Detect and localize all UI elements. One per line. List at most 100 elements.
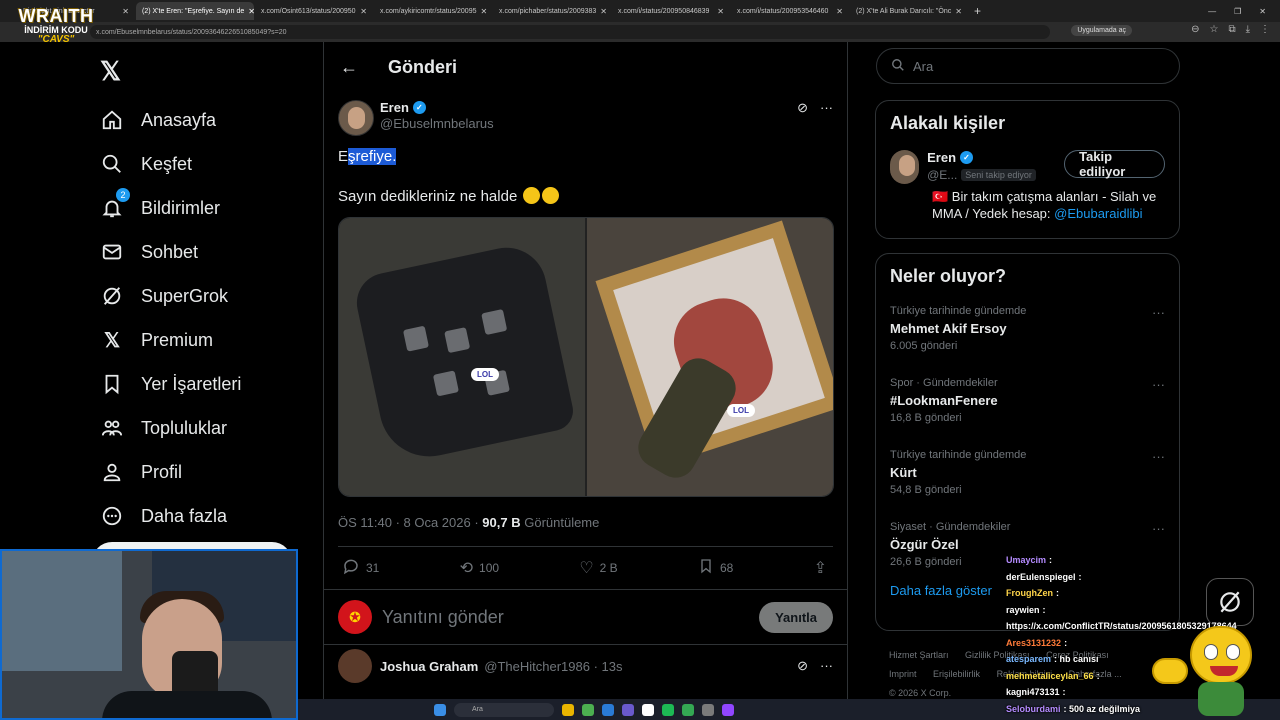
post-view-count: 90,7 B	[482, 515, 521, 530]
close-window-icon[interactable]: ✕	[1259, 7, 1266, 16]
taskbar-search[interactable]: Ara	[454, 702, 554, 717]
reply-button[interactable]: Yanıtla	[759, 601, 833, 633]
share-icon: ⇪	[813, 560, 827, 577]
author-avatar[interactable]	[338, 100, 374, 136]
more-options-icon[interactable]: ···	[1152, 521, 1165, 536]
zoom-icon[interactable]: ⊖	[1191, 24, 1199, 35]
more-options-icon[interactable]: ···	[1152, 449, 1165, 464]
close-tab-icon[interactable]: ✕	[832, 7, 843, 16]
close-tab-icon[interactable]: ✕	[118, 7, 129, 16]
browser-tab[interactable]: x.com/i/status/200950846839 ✕	[612, 2, 730, 20]
spotify-icon[interactable]	[662, 703, 674, 716]
minimize-icon[interactable]: —	[1208, 7, 1216, 16]
related-person-handle-text[interactable]: @E...	[927, 168, 957, 182]
reply-stat[interactable]: 31	[342, 557, 379, 580]
download-icon[interactable]: ⤓	[1246, 24, 1250, 35]
reply-count: 31	[366, 561, 380, 575]
footer-link[interactable]: Hizmet Şartları	[889, 650, 949, 660]
nav-item-more[interactable]: Daha fazla	[100, 494, 241, 538]
browser-tab-title: x.com/Osint613/status/200950	[261, 7, 356, 15]
nav-item-supergrok[interactable]: SuperGrok	[100, 274, 241, 318]
browser-tab-title: x.com/pichaber/status/2009383	[499, 7, 597, 15]
x-logo-icon[interactable]: 𝕏	[100, 56, 121, 87]
more-options-icon[interactable]: ···	[1152, 305, 1165, 320]
post-image-vest[interactable]: LOL	[339, 218, 585, 496]
browser-tab[interactable]: x.com/Osint613/status/200950 ✕	[255, 2, 373, 20]
reply-avatar[interactable]	[338, 649, 372, 683]
nav-item-home[interactable]: Anasayfa	[100, 98, 241, 142]
footer-link[interactable]: Imprint	[889, 669, 917, 679]
close-tab-icon[interactable]: ✕	[476, 7, 487, 16]
communities-icon	[100, 416, 124, 440]
nav-label: Keşfet	[141, 153, 193, 174]
extensions-icon[interactable]: ⧉	[1228, 24, 1235, 35]
maximize-icon[interactable]: ❐	[1234, 7, 1241, 16]
related-person-name[interactable]: Eren ✓	[927, 150, 1064, 165]
back-arrow-icon[interactable]: ←	[340, 57, 364, 78]
nav-item-premium[interactable]: 𝕏 Premium	[100, 318, 241, 362]
nav-item-chat[interactable]: Sohbet	[100, 230, 241, 274]
repost-stat[interactable]: ⟲ 100	[460, 558, 499, 578]
open-in-app-button[interactable]: Uygulamada aç	[1071, 25, 1132, 36]
nav-item-bookmarks[interactable]: Yer İşaretleri	[100, 362, 241, 406]
app-icon[interactable]	[702, 703, 714, 716]
grok-explain-icon[interactable]: ⊘	[797, 100, 808, 116]
reply-item[interactable]: Joshua Graham @TheHitcher1986 · 13s ⊘ ··…	[324, 645, 847, 687]
search-input[interactable]: Ara	[876, 48, 1180, 84]
reply-author-name[interactable]: Joshua Graham	[380, 659, 478, 674]
post-media: LOL LOL	[338, 217, 834, 497]
address-bar[interactable]: x.com/Ebuselmnbelarus/status/20093646226…	[90, 25, 1050, 39]
app-icon[interactable]	[682, 703, 694, 716]
trend-item[interactable]: Spor · Gündemdekiler #LookmanFenere 16,8…	[876, 365, 1179, 437]
close-tab-icon[interactable]: ✕	[713, 7, 724, 16]
discord-icon[interactable]	[622, 703, 634, 716]
sponsor-code: "CAVS"	[37, 34, 75, 45]
author-handle[interactable]: @Ebuselmnbelarus	[380, 116, 494, 131]
like-stat[interactable]: ♡ 2 B	[579, 558, 617, 578]
more-options-icon[interactable]: ···	[1152, 377, 1165, 392]
more-options-icon[interactable]: ···	[820, 100, 833, 116]
grok-explain-icon[interactable]: ⊘	[797, 658, 808, 674]
nav-item-explore[interactable]: Keşfet	[100, 142, 241, 186]
close-tab-icon[interactable]: ✕	[244, 7, 254, 16]
close-tab-icon[interactable]: ✕	[596, 7, 607, 16]
twitch-icon[interactable]	[722, 703, 734, 716]
following-button[interactable]: Takip ediliyor	[1064, 149, 1165, 179]
nav-item-notifications[interactable]: 2 Bildirimler	[100, 186, 241, 230]
chat-username: raywien	[1006, 604, 1040, 615]
app-icon[interactable]	[602, 703, 614, 716]
browser-tab[interactable]: (2) X'te Ali Burak Darıcılı: "Önc ✕	[850, 2, 968, 20]
post-image-portrait[interactable]: LOL	[585, 218, 833, 496]
browser-tab[interactable]: (2) X'te Eren: "Eşrefiye. Sayın de ✕	[136, 2, 254, 20]
post-stats: 31 ⟲ 100 ♡ 2 B 68 ⇪	[338, 547, 833, 589]
trend-item[interactable]: Türkiye tarihinde gündemde Mehmet Akif E…	[876, 293, 1179, 365]
browser-tab[interactable]: x.com/aykiricomtr/status/20095 ✕	[374, 2, 492, 20]
new-tab-button[interactable]: +	[968, 4, 987, 18]
folder-icon[interactable]	[562, 703, 574, 716]
grok-icon	[100, 284, 124, 308]
post-timestamp[interactable]: ÖS 11:40 · 8 Oca 2026 ·	[338, 515, 482, 530]
browser-tab[interactable]: x.com/i/status/200953546460 ✕	[731, 2, 849, 20]
related-person-avatar[interactable]	[890, 150, 920, 184]
chrome-icon[interactable]	[582, 703, 594, 716]
browser-tab[interactable]: x.com/pichaber/status/2009383 ✕	[493, 2, 611, 20]
footer-link[interactable]: Erişilebilirlik	[933, 669, 980, 679]
start-icon[interactable]	[434, 703, 446, 716]
bookmark-stat[interactable]: 68	[698, 558, 733, 579]
menu-icon[interactable]: ⋮	[1260, 24, 1270, 35]
share-stat[interactable]: ⇪	[814, 558, 827, 578]
close-tab-icon[interactable]: ✕	[356, 7, 367, 16]
trend-item[interactable]: Türkiye tarihinde gündemde Kürt 54,8 B g…	[876, 437, 1179, 509]
app-icon[interactable]	[642, 703, 654, 716]
more-options-icon[interactable]: ···	[820, 658, 833, 674]
bookmark-icon	[100, 372, 124, 396]
close-tab-icon[interactable]: ✕	[951, 7, 962, 16]
star-icon[interactable]: ☆	[1209, 24, 1218, 35]
nav-item-profile[interactable]: Profil	[100, 450, 241, 494]
search-icon	[100, 152, 124, 176]
bio-link[interactable]: @Ebubaraidlibi	[1054, 206, 1142, 221]
author-name[interactable]: Eren ✓	[380, 100, 494, 115]
current-user-avatar[interactable]: ✪	[338, 600, 372, 634]
nav-item-communities[interactable]: Topluluklar	[100, 406, 241, 450]
reply-input[interactable]: Yanıtını gönder	[382, 607, 504, 628]
